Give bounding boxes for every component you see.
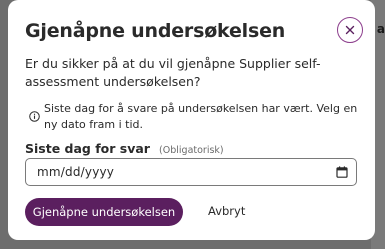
required-hint: (Obligatorisk) [159, 145, 224, 156]
date-input-placeholder: mm/dd/yyyy [37, 165, 115, 179]
dialog-title: Gjenåpne undersøkelsen [25, 20, 286, 42]
close-button[interactable] [337, 17, 363, 43]
date-field-label-text: Siste dag for svar [25, 141, 150, 156]
close-icon [345, 25, 355, 35]
cancel-button[interactable]: Avbryt [208, 204, 245, 218]
reopen-survey-dialog: Gjenåpne undersøkelsen Er du sikker på a… [8, 0, 375, 240]
reopen-survey-button[interactable]: Gjenåpne undersøkelsen [25, 198, 183, 226]
calendar-icon[interactable] [336, 166, 348, 178]
background-text: a [376, 22, 385, 36]
confirmation-question: Er du sikker på at du vil gjenåpne Suppl… [25, 56, 321, 89]
info-icon [29, 111, 40, 122]
date-field-label: Siste dag for svar (Obligatorisk) [25, 138, 224, 157]
deadline-date-input[interactable]: mm/dd/yyyy [25, 158, 357, 186]
info-text: Siste dag for å svare på undersøkelsen h… [44, 102, 358, 131]
